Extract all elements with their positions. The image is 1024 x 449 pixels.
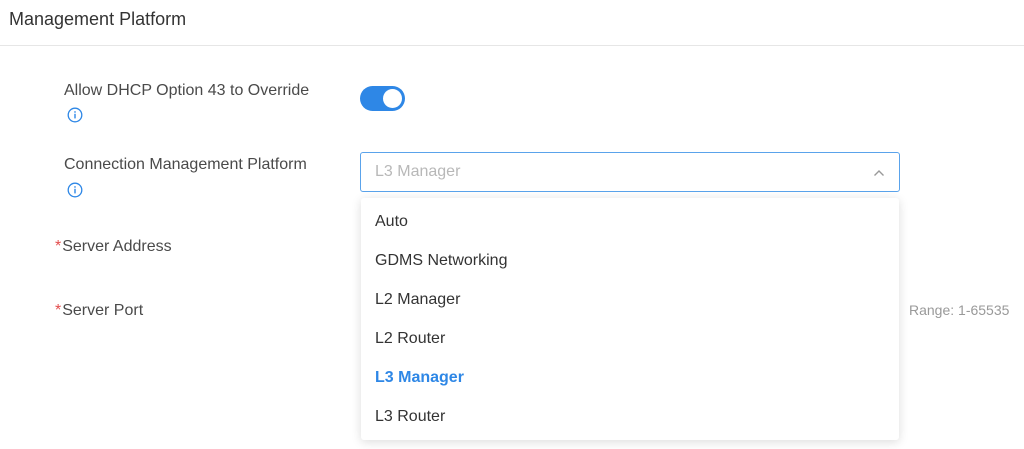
section-title: Management Platform <box>9 9 187 29</box>
required-mark: * <box>55 302 62 319</box>
info-icon[interactable] <box>67 182 83 198</box>
dropdown-option-gdms-networking[interactable]: GDMS Networking <box>361 241 899 280</box>
required-mark: * <box>55 238 62 255</box>
connection-platform-select[interactable]: L3 Manager <box>360 152 900 192</box>
connection-platform-label: Connection Management Platform <box>64 156 307 173</box>
server-port-range-hint: Range: 1-65535 <box>909 302 1010 318</box>
toggle-knob <box>383 89 402 108</box>
dropdown-option-l2-router[interactable]: L2 Router <box>361 319 899 358</box>
dropdown-option-l2-manager[interactable]: L2 Manager <box>361 280 899 319</box>
section-header: Management Platform <box>0 0 1024 46</box>
server-address-label: *Server Address <box>55 238 172 256</box>
dropdown-option-l3-manager[interactable]: L3 Manager <box>361 358 899 397</box>
chevron-up-icon <box>874 170 884 176</box>
dropdown-option-l3-router[interactable]: L3 Router <box>361 397 899 436</box>
connection-platform-dropdown: Auto GDMS Networking L2 Manager L2 Route… <box>361 198 899 440</box>
select-current-value: L3 Manager <box>375 163 461 180</box>
server-address-label-text: Server Address <box>62 238 172 255</box>
server-port-label: *Server Port <box>55 302 143 320</box>
dropdown-option-auto[interactable]: Auto <box>361 202 899 241</box>
server-port-label-text: Server Port <box>62 302 144 319</box>
dhcp-override-toggle[interactable] <box>360 86 405 111</box>
info-icon[interactable] <box>67 107 83 123</box>
dhcp-override-label: Allow DHCP Option 43 to Override <box>64 82 310 99</box>
